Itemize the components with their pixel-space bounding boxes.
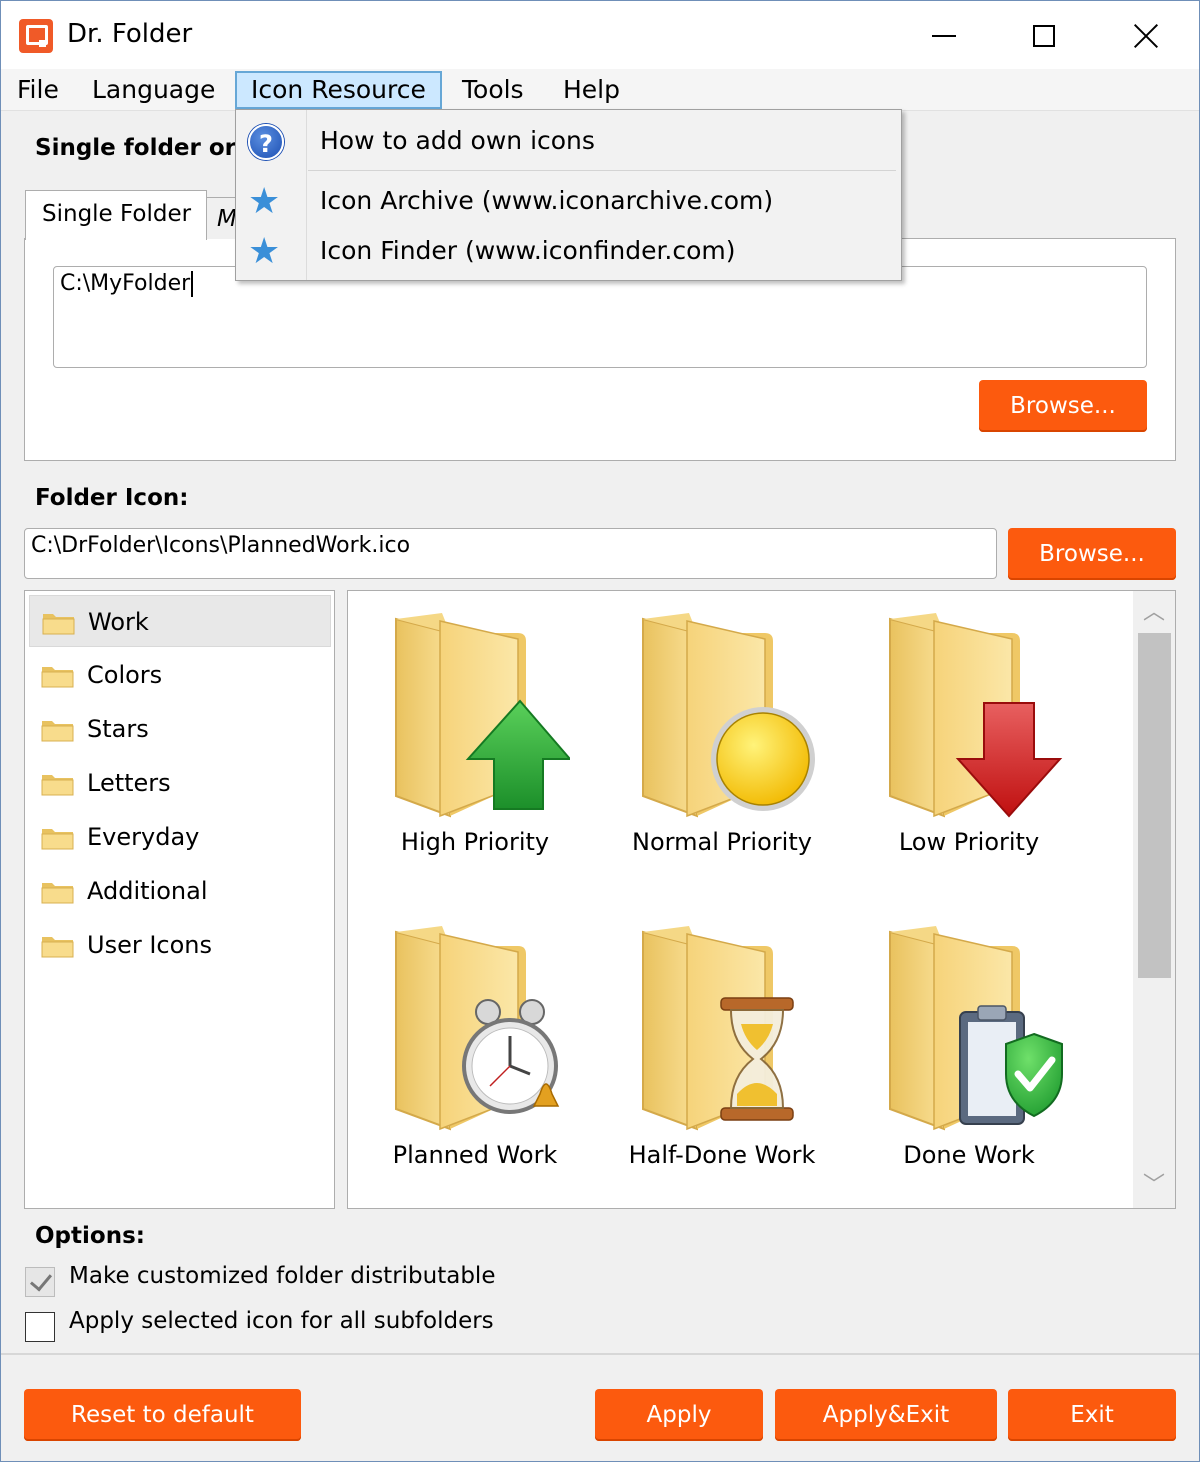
title-bar: Dr. Folder	[1, 1, 1199, 69]
folder-icon	[41, 937, 74, 958]
menu-item-label: How to add own icons	[320, 126, 595, 155]
icon-planned-work[interactable]: Planned Work	[350, 914, 590, 1208]
option-label: Apply selected icon for all subfolders	[69, 1308, 494, 1334]
folder-icon	[41, 775, 74, 796]
tree-item-everyday[interactable]: Everyday	[29, 811, 331, 863]
icon-grid-scrollbar[interactable]: ︿ ﹀	[1133, 591, 1175, 1208]
menu-file[interactable]: File	[3, 71, 73, 109]
icon-normal-priority[interactable]: Normal Priority	[597, 601, 837, 901]
scroll-up-icon[interactable]: ︿	[1133, 593, 1175, 633]
folder-icon	[41, 667, 74, 688]
tree-item-label: User Icons	[87, 931, 213, 959]
star-icon: ★	[248, 231, 281, 272]
folder-icon	[41, 883, 74, 904]
icon-label: High Priority	[400, 828, 550, 856]
icon-label: Low Priority	[898, 828, 1040, 856]
tree-item-label: Letters	[87, 769, 171, 797]
menu-item-label: Icon Finder (www.iconfinder.com)	[320, 236, 736, 265]
menu-icon-resource[interactable]: Icon Resource	[235, 71, 442, 109]
menu-item-icon-finder[interactable]: ★ Icon Finder (www.iconfinder.com)	[236, 226, 901, 276]
star-icon: ★	[248, 181, 281, 222]
minimize-button[interactable]	[909, 11, 979, 61]
menu-item-label: Icon Archive (www.iconarchive.com)	[320, 186, 774, 215]
maximize-icon	[1033, 25, 1055, 47]
tree-item-label: Work	[88, 608, 149, 636]
reset-to-default-button[interactable]: Reset to default	[24, 1389, 301, 1441]
icon-done-work[interactable]: Done Work	[844, 914, 1084, 1208]
folder-icon	[41, 721, 74, 742]
folder-clipboard-check-icon	[889, 926, 1063, 1131]
icon-grid: High Priority Normal Priority Low Priori…	[347, 590, 1176, 1209]
menu-tools[interactable]: Tools	[448, 71, 538, 109]
icon-path-field[interactable]: C:\DrFolder\Icons\PlannedWork.ico	[24, 528, 997, 579]
text-caret	[191, 271, 194, 297]
menu-help[interactable]: Help	[549, 71, 634, 109]
target-section-label: Single folder or m	[35, 135, 235, 161]
icon-label: Planned Work	[392, 1141, 558, 1169]
folder-path-value: C:\MyFolder	[60, 271, 191, 296]
tree-item-stars[interactable]: Stars	[29, 703, 331, 755]
apply-button[interactable]: Apply	[595, 1389, 763, 1441]
folder-up-arrow-icon	[395, 613, 570, 818]
folder-alarm-clock-icon	[395, 926, 560, 1131]
menu-bar: File Language Icon Resource Tools Help	[1, 69, 1199, 111]
tree-item-user-icons[interactable]: User Icons	[29, 919, 331, 971]
tree-item-work[interactable]: Work	[29, 595, 331, 647]
window-title: Dr. Folder	[67, 19, 193, 49]
apply-and-exit-button[interactable]: Apply&Exit	[775, 1389, 997, 1441]
app-logo-icon	[19, 19, 53, 53]
close-icon	[1133, 23, 1159, 49]
icon-resource-dropdown: ? How to add own icons ★ Icon Archive (w…	[235, 109, 902, 281]
exit-button[interactable]: Exit	[1008, 1389, 1176, 1441]
folder-icon	[42, 614, 75, 635]
icon-label: Half-Done Work	[628, 1141, 816, 1169]
folder-icon-section-label: Folder Icon:	[35, 485, 189, 511]
folder-down-arrow-icon	[889, 613, 1063, 818]
help-icon: ?	[248, 124, 286, 162]
menu-item-icon-archive[interactable]: ★ Icon Archive (www.iconarchive.com)	[236, 176, 901, 226]
folder-icon	[41, 829, 74, 850]
option-label: Make customized folder distributable	[69, 1263, 496, 1289]
menu-separator	[308, 170, 896, 171]
tree-item-label: Everyday	[87, 823, 200, 851]
footer-divider	[1, 1353, 1199, 1355]
minimize-icon	[932, 35, 956, 37]
scroll-thumb[interactable]	[1138, 633, 1171, 978]
app-window: Dr. Folder File Language Icon Resource T…	[0, 0, 1200, 1462]
browse-folder-button[interactable]: Browse...	[979, 380, 1147, 432]
icon-label: Done Work	[903, 1141, 1035, 1169]
tree-item-label: Colors	[87, 661, 163, 689]
tree-item-additional[interactable]: Additional	[29, 865, 331, 917]
close-button[interactable]	[1111, 11, 1181, 61]
folder-hourglass-icon	[642, 926, 794, 1131]
tree-item-label: Stars	[87, 715, 149, 743]
maximize-button[interactable]	[1009, 11, 1079, 61]
icon-low-priority[interactable]: Low Priority	[844, 601, 1084, 901]
browse-icon-button[interactable]: Browse...	[1008, 528, 1176, 580]
folder-path-field[interactable]: C:\MyFolder	[53, 266, 1147, 368]
icon-label: Normal Priority	[632, 828, 812, 856]
tree-item-letters[interactable]: Letters	[29, 757, 331, 809]
tree-item-colors[interactable]: Colors	[29, 649, 331, 701]
menu-language[interactable]: Language	[78, 71, 229, 109]
tree-item-label: Additional	[87, 877, 208, 905]
menu-item-how-to-add-icons[interactable]: ? How to add own icons	[236, 116, 901, 166]
icon-high-priority[interactable]: High Priority	[350, 601, 590, 901]
tab-single-folder[interactable]: Single Folder	[25, 190, 207, 240]
scroll-down-icon[interactable]: ﹀	[1133, 1166, 1175, 1206]
distributable-checkbox[interactable]	[25, 1267, 55, 1297]
apply-subfolders-checkbox[interactable]	[25, 1312, 55, 1342]
options-section-label: Options:	[35, 1223, 145, 1249]
icon-category-tree: Work Colors Stars Letters Everyday Addit…	[24, 590, 335, 1209]
icon-half-done-work[interactable]: Half-Done Work	[597, 914, 837, 1208]
folder-yellow-circle-icon	[642, 613, 815, 818]
